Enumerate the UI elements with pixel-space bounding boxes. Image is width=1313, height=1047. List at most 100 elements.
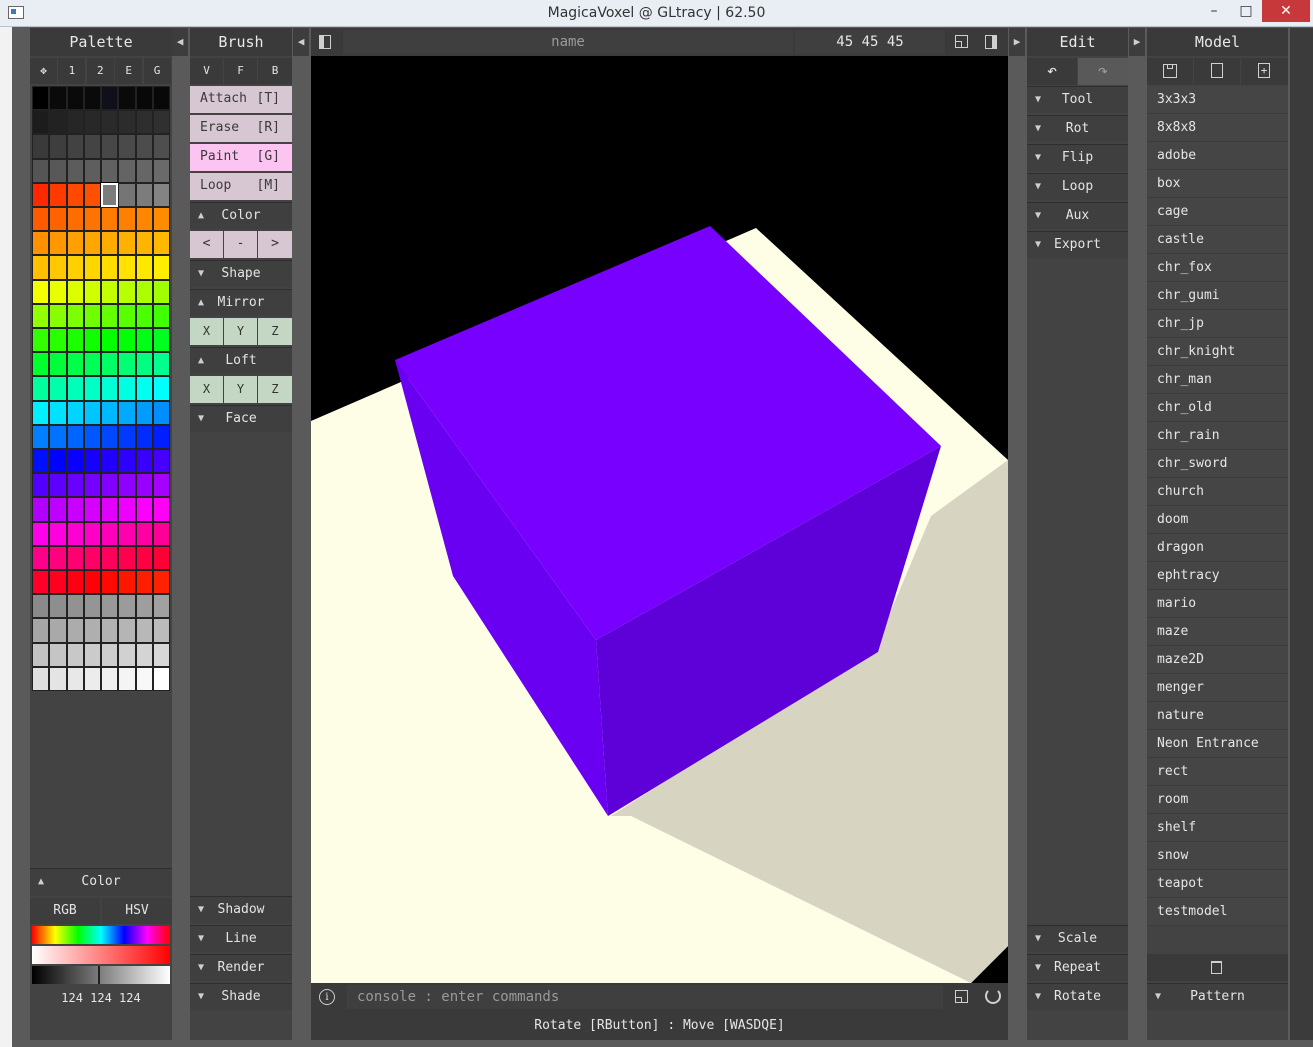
- undo-icon[interactable]: ↶: [1027, 58, 1077, 85]
- palette-swatch[interactable]: [152, 134, 170, 159]
- model-collapse-arrow[interactable]: ▶: [1129, 28, 1145, 56]
- palette-swatch[interactable]: [135, 255, 153, 280]
- model-list-item[interactable]: chr_sword: [1147, 450, 1288, 478]
- palette-swatch[interactable]: [101, 473, 119, 498]
- trash-icon[interactable]: [1147, 954, 1288, 981]
- close-button[interactable]: ✕: [1262, 0, 1310, 22]
- palette-swatch[interactable]: [135, 642, 153, 667]
- palette-swatch[interactable]: [83, 594, 101, 619]
- mirror-z-toggle[interactable]: Z: [258, 318, 292, 345]
- palette-swatch[interactable]: [66, 521, 84, 546]
- palette-swatch[interactable]: [83, 207, 101, 232]
- palette-swatch[interactable]: [32, 182, 50, 207]
- model-list-item[interactable]: adobe: [1147, 142, 1288, 170]
- tool-paint[interactable]: Paint [G]: [190, 144, 292, 171]
- tool-attach[interactable]: Attach [T]: [190, 86, 292, 113]
- palette-swatch[interactable]: [101, 231, 119, 256]
- model-list-item[interactable]: testmodel: [1147, 898, 1288, 926]
- value-slider-handle[interactable]: [98, 966, 100, 984]
- palette-swatch[interactable]: [135, 182, 153, 207]
- palette-swatch[interactable]: [152, 424, 170, 449]
- brush-mode-box[interactable]: B: [258, 58, 292, 84]
- palette-swatch[interactable]: [135, 352, 153, 377]
- palette-swatch[interactable]: [66, 110, 84, 135]
- rgb-mode-button[interactable]: RGB: [30, 898, 100, 924]
- palette-tab-g[interactable]: G: [143, 58, 171, 84]
- palette-swatch[interactable]: [83, 545, 101, 570]
- palette-swatch[interactable]: [118, 231, 136, 256]
- palette-swatch[interactable]: [152, 618, 170, 643]
- shade-section-header[interactable]: ▼ Shade: [190, 983, 292, 1010]
- model-list-item[interactable]: doom: [1147, 506, 1288, 534]
- palette-collapse-arrow[interactable]: ◀: [172, 28, 188, 56]
- palette-swatch[interactable]: [101, 207, 119, 232]
- model-list-item[interactable]: snow: [1147, 842, 1288, 870]
- palette-swatch[interactable]: [101, 642, 119, 667]
- palette-swatch[interactable]: [32, 231, 50, 256]
- palette-swatch[interactable]: [101, 497, 119, 522]
- console-input[interactable]: console : enter commands: [347, 985, 943, 1009]
- palette-swatch[interactable]: [32, 110, 50, 135]
- pattern-section-header[interactable]: ▼ Pattern: [1147, 983, 1288, 1010]
- palette-swatch[interactable]: [135, 376, 153, 401]
- palette-swatch[interactable]: [118, 134, 136, 159]
- palette-swatch[interactable]: [83, 328, 101, 353]
- palette-swatch[interactable]: [49, 594, 67, 619]
- palette-swatch[interactable]: [32, 303, 50, 328]
- model-list-item[interactable]: room: [1147, 786, 1288, 814]
- model-list-item[interactable]: chr_man: [1147, 366, 1288, 394]
- palette-swatch[interactable]: [118, 545, 136, 570]
- palette-swatch[interactable]: [135, 134, 153, 159]
- palette-swatch[interactable]: [32, 279, 50, 304]
- palette-swatch[interactable]: [118, 594, 136, 619]
- edit-rot-header[interactable]: ▼ Rot: [1027, 115, 1128, 142]
- palette-swatch[interactable]: [118, 424, 136, 449]
- minimize-button[interactable]: –: [1198, 0, 1230, 22]
- palette-swatch[interactable]: [152, 255, 170, 280]
- right-scrollbar[interactable]: [1290, 28, 1313, 1040]
- palette-swatch[interactable]: [152, 352, 170, 377]
- palette-swatch[interactable]: [49, 618, 67, 643]
- palette-swatch[interactable]: [152, 303, 170, 328]
- palette-swatch[interactable]: [49, 497, 67, 522]
- side-panel-icon[interactable]: [985, 35, 997, 49]
- palette-swatch[interactable]: [32, 255, 50, 280]
- face-section-header[interactable]: ▼ Face: [190, 405, 292, 432]
- palette-swatch[interactable]: [66, 570, 84, 595]
- palette-swatch[interactable]: [101, 86, 119, 111]
- model-list-item[interactable]: chr_knight: [1147, 338, 1288, 366]
- palette-swatch[interactable]: [152, 594, 170, 619]
- palette-swatch[interactable]: [101, 618, 119, 643]
- model-list-item[interactable]: 3x3x3: [1147, 86, 1288, 114]
- palette-swatch[interactable]: [49, 521, 67, 546]
- palette-swatch[interactable]: [32, 570, 50, 595]
- palette-swatch[interactable]: [118, 449, 136, 474]
- palette-swatch[interactable]: [118, 521, 136, 546]
- model-list-item[interactable]: chr_old: [1147, 394, 1288, 422]
- palette-swatch[interactable]: [101, 158, 119, 183]
- add-file-icon[interactable]: +: [1241, 58, 1288, 85]
- palette-swatch[interactable]: [32, 376, 50, 401]
- redo-icon[interactable]: ↷: [1078, 58, 1128, 85]
- brush-mode-face[interactable]: F: [224, 58, 257, 84]
- color-prev-button[interactable]: <: [190, 231, 223, 258]
- palette-swatch[interactable]: [83, 158, 101, 183]
- palette-swatch[interactable]: [135, 86, 153, 111]
- palette-swatch[interactable]: [49, 231, 67, 256]
- 3d-viewport[interactable]: [311, 56, 1008, 983]
- palette-swatch[interactable]: [135, 303, 153, 328]
- palette-swatch[interactable]: [32, 642, 50, 667]
- tool-erase[interactable]: Erase [R]: [190, 115, 292, 142]
- palette-swatch[interactable]: [101, 594, 119, 619]
- palette-swatch[interactable]: [152, 207, 170, 232]
- model-list-item[interactable]: menger: [1147, 674, 1288, 702]
- palette-swatch[interactable]: [66, 207, 84, 232]
- palette-swatch[interactable]: [83, 618, 101, 643]
- palette-swatch[interactable]: [83, 449, 101, 474]
- palette-swatch[interactable]: [152, 376, 170, 401]
- palette-swatch[interactable]: [118, 182, 136, 207]
- palette-swatch[interactable]: [135, 545, 153, 570]
- palette-swatch[interactable]: [49, 182, 67, 207]
- palette-swatch[interactable]: [49, 352, 67, 377]
- shadow-section-header[interactable]: ▼ Shadow: [190, 896, 292, 923]
